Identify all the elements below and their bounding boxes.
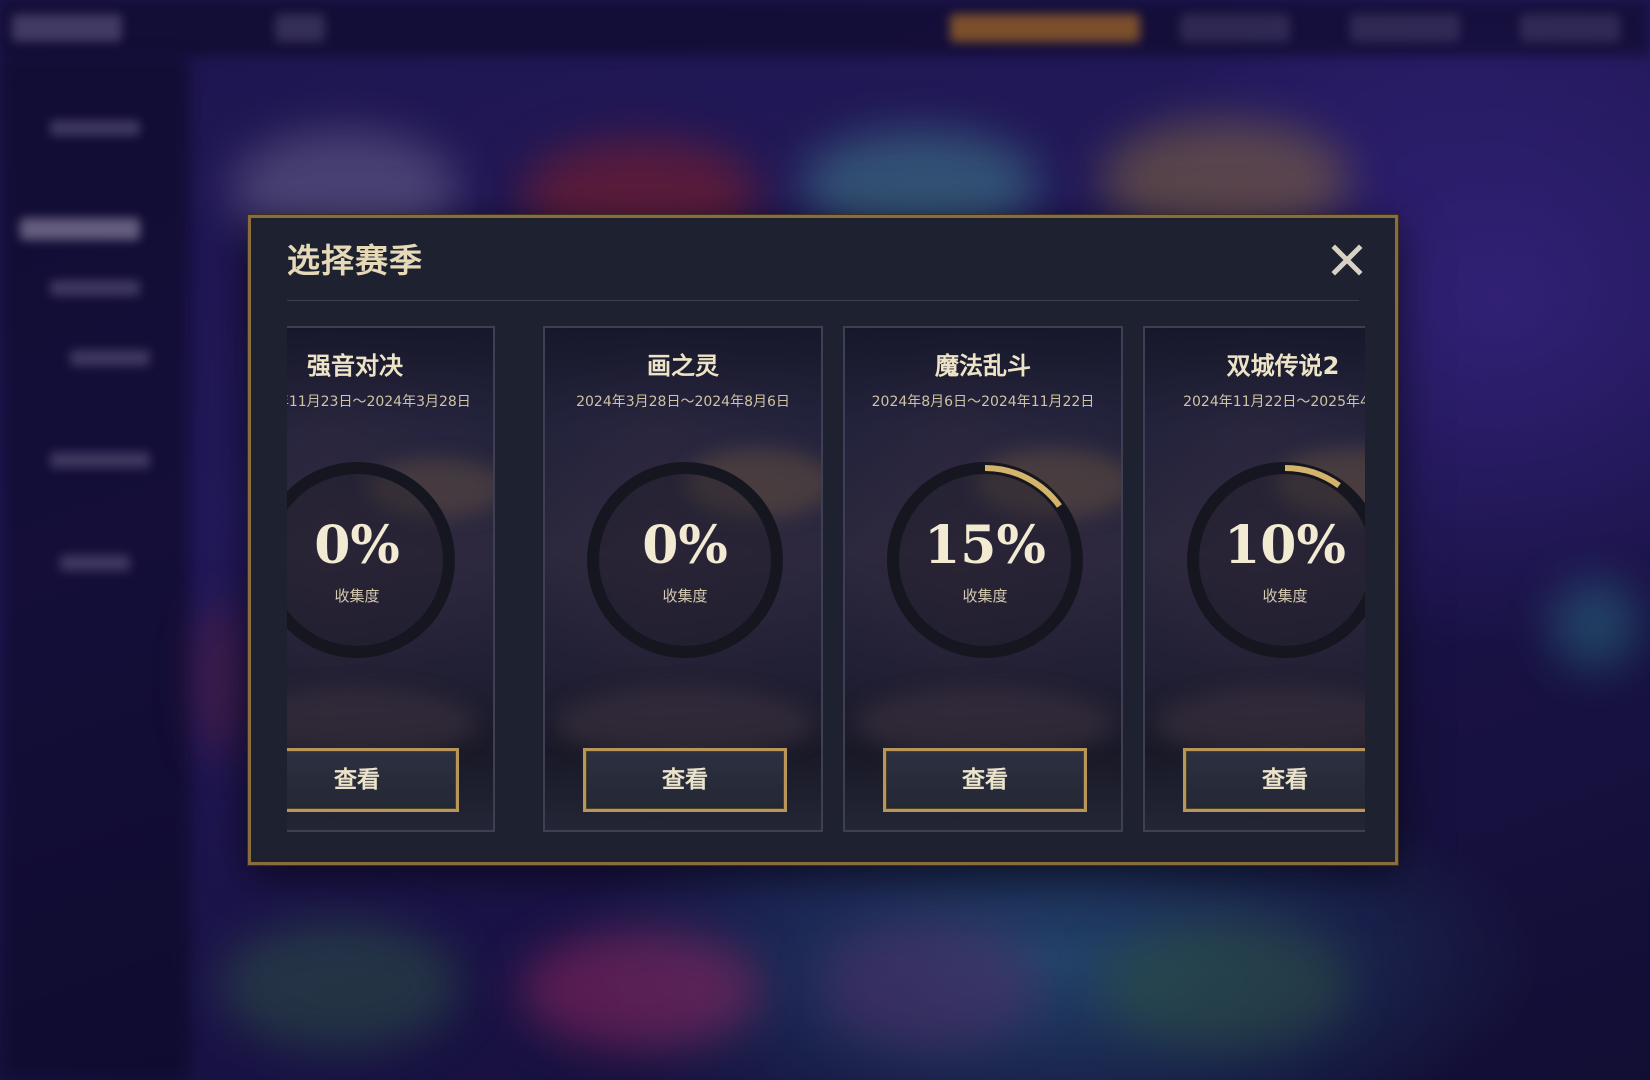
view-button[interactable]: 查看 [287,748,459,812]
view-button[interactable]: 查看 [583,748,787,812]
title-divider [287,300,1359,301]
season-dates: 2024年11月22日～2025年4月 [1183,394,1365,410]
season-card: 双城传说2 2024年11月22日～2025年4月 10% 收集度 查看 [1143,326,1365,832]
collection-progress-ring: 15% 收集度 [883,458,1087,662]
season-name: 魔法乱斗 [935,352,1031,380]
collection-percent: 15% [924,515,1046,576]
season-dates: 2024年3月28日～2024年8月6日 [576,394,790,410]
close-button[interactable] [1329,242,1365,278]
collection-label: 收集度 [962,587,1008,605]
view-button[interactable]: 查看 [883,748,1087,812]
collection-percent: 0% [642,515,728,576]
collection-label: 收集度 [334,587,380,605]
collection-progress-ring: 10% 收集度 [1183,458,1365,662]
dialog-title: 选择赛季 [287,241,423,280]
season-name: 强音对决 [307,352,403,380]
season-dates: 2024年8月6日～2024年11月22日 [871,394,1095,410]
close-icon [1329,242,1365,278]
collection-progress-ring: 0% 收集度 [583,458,787,662]
season-name: 画之灵 [647,352,719,380]
view-button[interactable]: 查看 [1183,748,1365,812]
collection-percent: 10% [1224,515,1346,576]
season-name: 双城传说2 [1226,352,1340,380]
season-card: 魔法乱斗 2024年8月6日～2024年11月22日 15% 收集度 查看 [843,326,1123,832]
collection-percent: 0% [314,515,400,576]
collection-label: 收集度 [662,587,708,605]
collection-label: 收集度 [1262,587,1308,605]
season-carousel[interactable]: 强音对决 2023年11月23日～2024年3月28日 0% 收集度 查看 画之… [287,326,1365,834]
season-card: 画之灵 2024年3月28日～2024年8月6日 0% 收集度 查看 [543,326,823,832]
season-card: 强音对决 2023年11月23日～2024年3月28日 0% 收集度 查看 [287,326,495,832]
season-dates: 2023年11月23日～2024年3月28日 [287,394,471,410]
collection-progress-ring: 0% 收集度 [287,458,459,662]
season-select-dialog: 选择赛季 强音对决 2023年11月23日～2024年3月28日 0% 收集度 [248,215,1398,865]
